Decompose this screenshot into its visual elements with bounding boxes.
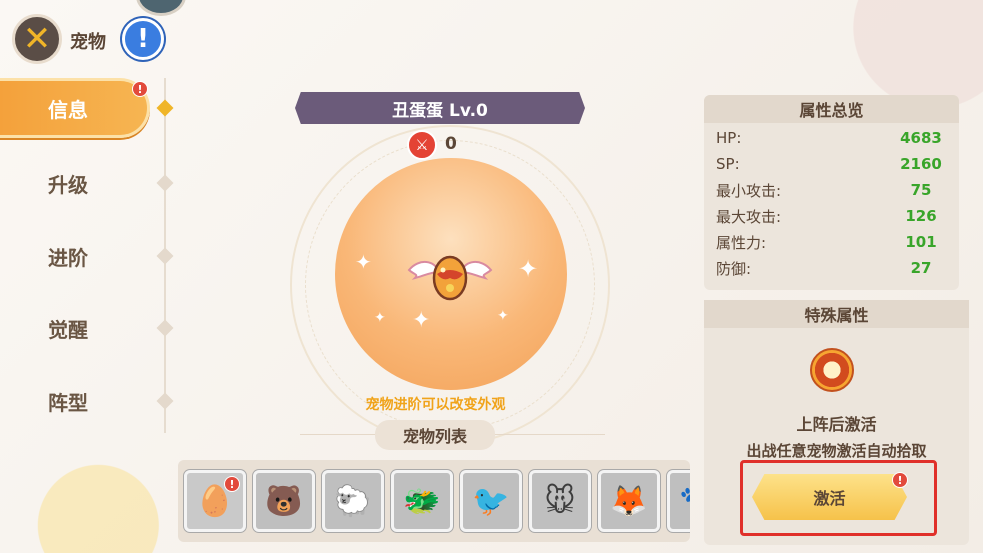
attribute-label: HP: (716, 129, 742, 147)
attribute-value: 2160 (900, 155, 942, 173)
mouse-pet-icon: 🐭 (544, 483, 576, 519)
notification-badge: ! (132, 81, 148, 97)
attribute-label: 最大攻击: (716, 207, 782, 226)
pet-card[interactable]: 🐦 (460, 470, 522, 532)
pet-name-banner: 丑蛋蛋 Lv.0 (295, 92, 585, 124)
help-button[interactable]: ! (122, 18, 164, 60)
attribute-value: 126 (905, 207, 937, 225)
panel-title: 特殊属性 (704, 300, 969, 328)
pet-card[interactable]: 🐲 (391, 470, 453, 532)
attribute-row: 最小攻击: 75 (716, 177, 946, 203)
pet-icon: 🐾 (679, 484, 690, 519)
attribute-value: 75 (910, 181, 932, 199)
pet-list-title: 宠物列表 (375, 420, 495, 450)
pet-card[interactable]: 🦊 (598, 470, 660, 532)
sidebar-item-label: 升级 (48, 172, 88, 197)
back-button[interactable]: ✕ (12, 14, 62, 64)
special-effect-title: 上阵后激活 (796, 415, 877, 434)
sidebar-item-label: 信息 (48, 97, 88, 122)
sheep-pet-icon: 🐑 (334, 483, 372, 519)
sidebar-item-info[interactable]: 信息 ! (0, 78, 150, 138)
notification-badge: ! (224, 476, 240, 492)
pet-card[interactable]: 🐻 (253, 470, 315, 532)
page-title: 宠物 (70, 32, 106, 53)
advance-hint-text: 宠物进阶可以改变外观 (365, 397, 506, 413)
attribute-row: 属性力: 101 (716, 229, 946, 255)
attribute-overview-panel: 属性总览 HP: 4683 SP: 2160 最小攻击: 75 最大攻击: 12… (704, 95, 959, 290)
sparkle-icon: ✦ (497, 308, 509, 324)
sidebar-item-advance[interactable]: 进阶 (0, 226, 160, 286)
attribute-row: HP: 4683 (716, 125, 946, 151)
sidebar-item-formation[interactable]: 阵型 (0, 371, 160, 431)
shield-icon (810, 348, 854, 392)
attribute-value: 101 (905, 233, 937, 251)
special-effect-desc: 出战任意宠物激活自动拾取 (746, 442, 927, 460)
sparkle-icon: ✦ (374, 310, 386, 326)
sidebar-item-awaken[interactable]: 觉醒 (0, 298, 160, 358)
pet-name: 丑蛋蛋 Lv.0 (392, 100, 488, 121)
pet-list[interactable]: 🥚 🐻 🐑 🐲 🐦 🐭 🦊 🐾 (178, 460, 690, 542)
activate-button[interactable]: 激活 (752, 474, 907, 520)
sparkle-icon: ✦ (412, 308, 431, 333)
power-value: 0 (445, 134, 457, 154)
attribute-value: 4683 (900, 129, 942, 147)
attribute-row: 防御: 27 (716, 255, 946, 281)
close-x-icon: ✕ (22, 19, 52, 59)
attribute-row: 最大攻击: 126 (716, 203, 946, 229)
sidebar-marker-icon (156, 99, 174, 117)
panel-title: 属性总览 (704, 95, 959, 123)
bear-pet-icon: 🐻 (265, 483, 303, 519)
pet-card[interactable]: 🐑 (322, 470, 384, 532)
sword-icon: ⚔ (407, 130, 437, 160)
attribute-label: 防御: (716, 259, 752, 278)
notification-badge: ! (892, 472, 908, 488)
sidebar-item-label: 阵型 (48, 390, 88, 415)
sidebar-item-label: 觉醒 (48, 317, 88, 342)
sidebar-nav: 信息 ! 升级 进阶 觉醒 阵型 (0, 78, 180, 438)
fox-pet-icon: 🦊 (610, 483, 648, 519)
sidebar-item-label: 进阶 (48, 245, 88, 270)
pet-card[interactable]: 🐾 (667, 470, 690, 532)
attribute-label: SP: (716, 155, 740, 173)
exclamation-icon: ! (137, 24, 149, 54)
winged-egg-pet-icon (407, 255, 493, 301)
attribute-label: 属性力: (716, 233, 767, 252)
attribute-value: 27 (910, 259, 932, 277)
sparkle-icon: ✦ (355, 250, 372, 274)
pet-card[interactable]: 🐭 (529, 470, 591, 532)
sidebar-item-upgrade[interactable]: 升级 (0, 153, 160, 213)
sparkle-icon: ✦ (518, 255, 539, 283)
dragon-pet-icon: 🐲 (403, 483, 441, 519)
bird-pet-icon: 🐦 (472, 483, 510, 519)
attribute-label: 最小攻击: (716, 181, 782, 200)
attribute-row: SP: 2160 (716, 151, 946, 177)
